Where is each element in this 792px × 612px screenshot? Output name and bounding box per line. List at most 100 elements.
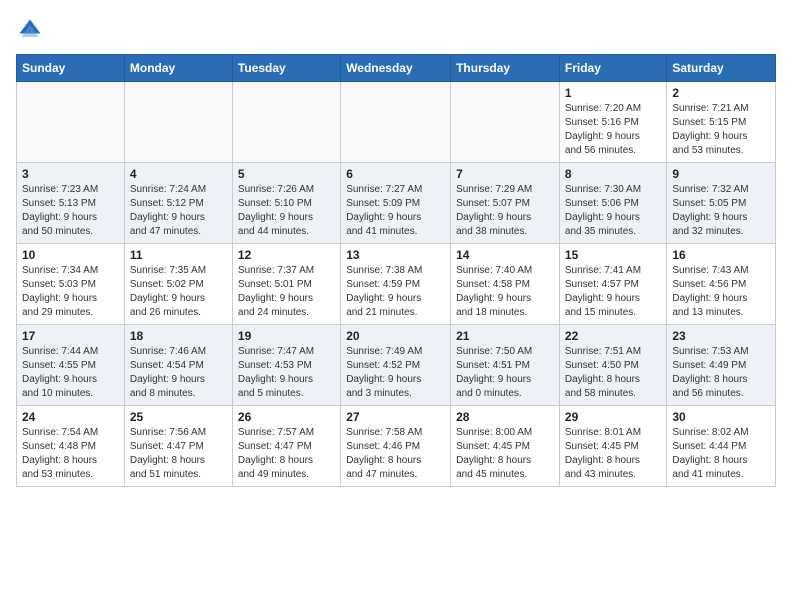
calendar-day-cell: 15 Sunrise: 7:41 AM Sunset: 4:57 PM Dayli…: [559, 244, 666, 325]
calendar-day-cell: 28 Sunrise: 8:00 AM Sunset: 4:45 PM Dayli…: [451, 406, 560, 487]
calendar-week-row: 17 Sunrise: 7:44 AM Sunset: 4:55 PM Dayli…: [17, 325, 776, 406]
day-info: Sunrise: 7:57 AM Sunset: 4:47 PM Dayligh…: [238, 426, 335, 482]
day-number: 5: [238, 167, 335, 181]
day-info: Sunrise: 7:44 AM Sunset: 4:55 PM Dayligh…: [22, 345, 119, 401]
day-info: Sunrise: 7:41 AM Sunset: 4:57 PM Dayligh…: [565, 264, 661, 320]
calendar-day-cell: 8 Sunrise: 7:30 AM Sunset: 5:06 PM Daylig…: [559, 163, 666, 244]
calendar-day-cell: 18 Sunrise: 7:46 AM Sunset: 4:54 PM Dayli…: [124, 325, 232, 406]
day-number: 24: [22, 410, 119, 424]
day-number: 19: [238, 329, 335, 343]
day-info: Sunrise: 8:01 AM Sunset: 4:45 PM Dayligh…: [565, 426, 661, 482]
page-header: [16, 16, 776, 44]
calendar-day-cell: 17 Sunrise: 7:44 AM Sunset: 4:55 PM Dayli…: [17, 325, 125, 406]
day-info: Sunrise: 7:20 AM Sunset: 5:16 PM Dayligh…: [565, 102, 661, 158]
day-number: 30: [672, 410, 770, 424]
day-number: 2: [672, 86, 770, 100]
calendar-header-wednesday: Wednesday: [341, 55, 451, 82]
day-number: 9: [672, 167, 770, 181]
calendar-header-row: SundayMondayTuesdayWednesdayThursdayFrid…: [17, 55, 776, 82]
day-number: 3: [22, 167, 119, 181]
calendar-day-cell: 6 Sunrise: 7:27 AM Sunset: 5:09 PM Daylig…: [341, 163, 451, 244]
day-info: Sunrise: 7:43 AM Sunset: 4:56 PM Dayligh…: [672, 264, 770, 320]
day-info: Sunrise: 7:23 AM Sunset: 5:13 PM Dayligh…: [22, 183, 119, 239]
calendar-day-cell: [17, 82, 125, 163]
day-info: Sunrise: 7:26 AM Sunset: 5:10 PM Dayligh…: [238, 183, 335, 239]
calendar-day-cell: [341, 82, 451, 163]
calendar-day-cell: 27 Sunrise: 7:58 AM Sunset: 4:46 PM Dayli…: [341, 406, 451, 487]
calendar-day-cell: 12 Sunrise: 7:37 AM Sunset: 5:01 PM Dayli…: [232, 244, 340, 325]
calendar-day-cell: [232, 82, 340, 163]
day-number: 7: [456, 167, 554, 181]
day-info: Sunrise: 7:29 AM Sunset: 5:07 PM Dayligh…: [456, 183, 554, 239]
day-info: Sunrise: 7:51 AM Sunset: 4:50 PM Dayligh…: [565, 345, 661, 401]
calendar-header-saturday: Saturday: [667, 55, 776, 82]
day-info: Sunrise: 7:54 AM Sunset: 4:48 PM Dayligh…: [22, 426, 119, 482]
calendar-day-cell: 14 Sunrise: 7:40 AM Sunset: 4:58 PM Dayli…: [451, 244, 560, 325]
day-info: Sunrise: 7:50 AM Sunset: 4:51 PM Dayligh…: [456, 345, 554, 401]
calendar-header-friday: Friday: [559, 55, 666, 82]
day-info: Sunrise: 7:58 AM Sunset: 4:46 PM Dayligh…: [346, 426, 445, 482]
calendar-day-cell: 19 Sunrise: 7:47 AM Sunset: 4:53 PM Dayli…: [232, 325, 340, 406]
calendar-day-cell: 2 Sunrise: 7:21 AM Sunset: 5:15 PM Daylig…: [667, 82, 776, 163]
calendar-day-cell: 30 Sunrise: 8:02 AM Sunset: 4:44 PM Dayli…: [667, 406, 776, 487]
day-number: 27: [346, 410, 445, 424]
calendar-day-cell: 25 Sunrise: 7:56 AM Sunset: 4:47 PM Dayli…: [124, 406, 232, 487]
logo: [16, 16, 48, 44]
day-info: Sunrise: 7:32 AM Sunset: 5:05 PM Dayligh…: [672, 183, 770, 239]
calendar-day-cell: 7 Sunrise: 7:29 AM Sunset: 5:07 PM Daylig…: [451, 163, 560, 244]
calendar-week-row: 10 Sunrise: 7:34 AM Sunset: 5:03 PM Dayli…: [17, 244, 776, 325]
calendar-day-cell: 4 Sunrise: 7:24 AM Sunset: 5:12 PM Daylig…: [124, 163, 232, 244]
day-info: Sunrise: 7:27 AM Sunset: 5:09 PM Dayligh…: [346, 183, 445, 239]
day-number: 1: [565, 86, 661, 100]
day-info: Sunrise: 7:21 AM Sunset: 5:15 PM Dayligh…: [672, 102, 770, 158]
day-info: Sunrise: 7:35 AM Sunset: 5:02 PM Dayligh…: [130, 264, 227, 320]
calendar-header-thursday: Thursday: [451, 55, 560, 82]
calendar-header-monday: Monday: [124, 55, 232, 82]
calendar-header-tuesday: Tuesday: [232, 55, 340, 82]
day-number: 28: [456, 410, 554, 424]
calendar-week-row: 24 Sunrise: 7:54 AM Sunset: 4:48 PM Dayli…: [17, 406, 776, 487]
calendar-day-cell: [451, 82, 560, 163]
calendar-table: SundayMondayTuesdayWednesdayThursdayFrid…: [16, 54, 776, 487]
day-info: Sunrise: 8:02 AM Sunset: 4:44 PM Dayligh…: [672, 426, 770, 482]
day-number: 11: [130, 248, 227, 262]
day-info: Sunrise: 7:56 AM Sunset: 4:47 PM Dayligh…: [130, 426, 227, 482]
day-number: 22: [565, 329, 661, 343]
day-number: 21: [456, 329, 554, 343]
day-info: Sunrise: 7:24 AM Sunset: 5:12 PM Dayligh…: [130, 183, 227, 239]
day-number: 14: [456, 248, 554, 262]
day-number: 25: [130, 410, 227, 424]
day-number: 29: [565, 410, 661, 424]
day-number: 8: [565, 167, 661, 181]
calendar-day-cell: 23Sunrise: 7:53 AM Sunset: 4:49 PM Dayli…: [667, 325, 776, 406]
calendar-day-cell: [124, 82, 232, 163]
day-number: 16: [672, 248, 770, 262]
calendar-day-cell: 5 Sunrise: 7:26 AM Sunset: 5:10 PM Daylig…: [232, 163, 340, 244]
day-info: Sunrise: 8:00 AM Sunset: 4:45 PM Dayligh…: [456, 426, 554, 482]
calendar-week-row: 3 Sunrise: 7:23 AM Sunset: 5:13 PM Daylig…: [17, 163, 776, 244]
day-number: 18: [130, 329, 227, 343]
calendar-day-cell: 16 Sunrise: 7:43 AM Sunset: 4:56 PM Dayli…: [667, 244, 776, 325]
day-info: Sunrise: 7:34 AM Sunset: 5:03 PM Dayligh…: [22, 264, 119, 320]
day-info: Sunrise: 7:53 AM Sunset: 4:49 PM Dayligh…: [672, 345, 770, 401]
calendar-day-cell: 10 Sunrise: 7:34 AM Sunset: 5:03 PM Dayli…: [17, 244, 125, 325]
day-number: 15: [565, 248, 661, 262]
day-info: Sunrise: 7:38 AM Sunset: 4:59 PM Dayligh…: [346, 264, 445, 320]
day-info: Sunrise: 7:37 AM Sunset: 5:01 PM Dayligh…: [238, 264, 335, 320]
day-number: 12: [238, 248, 335, 262]
day-number: 17: [22, 329, 119, 343]
calendar-day-cell: 3 Sunrise: 7:23 AM Sunset: 5:13 PM Daylig…: [17, 163, 125, 244]
day-info: Sunrise: 7:46 AM Sunset: 4:54 PM Dayligh…: [130, 345, 227, 401]
day-number: 6: [346, 167, 445, 181]
day-info: Sunrise: 7:40 AM Sunset: 4:58 PM Dayligh…: [456, 264, 554, 320]
day-info: Sunrise: 7:47 AM Sunset: 4:53 PM Dayligh…: [238, 345, 335, 401]
day-number: 26: [238, 410, 335, 424]
day-number: 4: [130, 167, 227, 181]
calendar-day-cell: 11 Sunrise: 7:35 AM Sunset: 5:02 PM Dayli…: [124, 244, 232, 325]
day-number: 10: [22, 248, 119, 262]
calendar-day-cell: 9 Sunrise: 7:32 AM Sunset: 5:05 PM Daylig…: [667, 163, 776, 244]
day-info: Sunrise: 7:30 AM Sunset: 5:06 PM Dayligh…: [565, 183, 661, 239]
calendar-day-cell: 21 Sunrise: 7:50 AM Sunset: 4:51 PM Dayli…: [451, 325, 560, 406]
calendar-day-cell: 13Sunrise: 7:38 AM Sunset: 4:59 PM Dayli…: [341, 244, 451, 325]
logo-icon: [16, 16, 44, 44]
